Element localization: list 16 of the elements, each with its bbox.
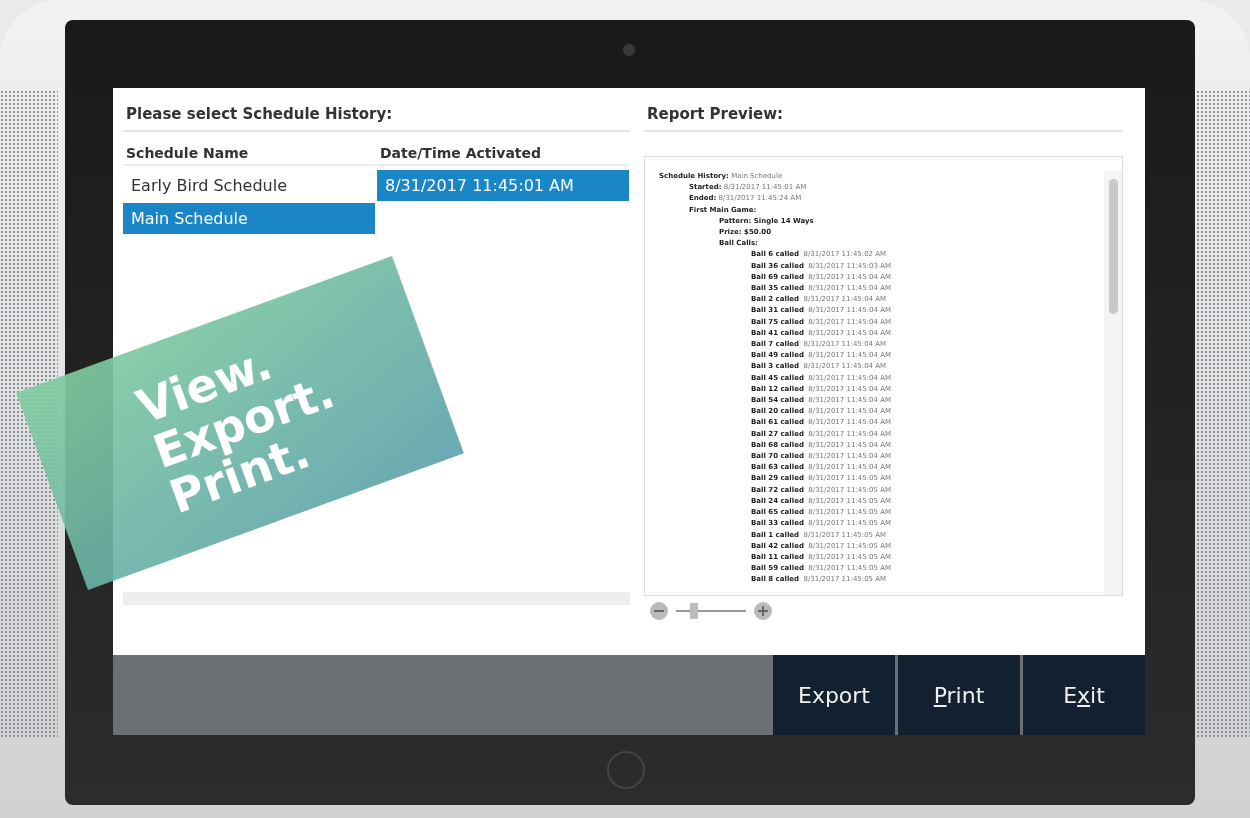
column-header: Schedule Name <box>123 142 375 166</box>
slider-thumb[interactable] <box>689 603 698 619</box>
zoom-in-icon[interactable] <box>754 602 772 620</box>
schedule-item[interactable]: Early Bird Schedule <box>123 170 375 201</box>
panel-title: Report Preview: <box>644 98 1123 132</box>
action-button[interactable]: Print <box>898 655 1020 735</box>
vertical-scrollbar[interactable] <box>1104 171 1122 595</box>
panel-title: Please select Schedule History: <box>123 98 630 132</box>
camera-icon <box>623 44 635 56</box>
activation-item[interactable]: 8/31/2017 11:45:01 AM <box>377 170 629 201</box>
logo-icon <box>607 751 645 789</box>
action-button[interactable]: Export <box>773 655 895 735</box>
column-header: Date/Time Activated <box>377 142 629 166</box>
action-button[interactable]: Exit <box>1023 655 1145 735</box>
zoom-out-icon[interactable] <box>650 602 668 620</box>
schedule-item[interactable]: Main Schedule <box>123 203 375 234</box>
